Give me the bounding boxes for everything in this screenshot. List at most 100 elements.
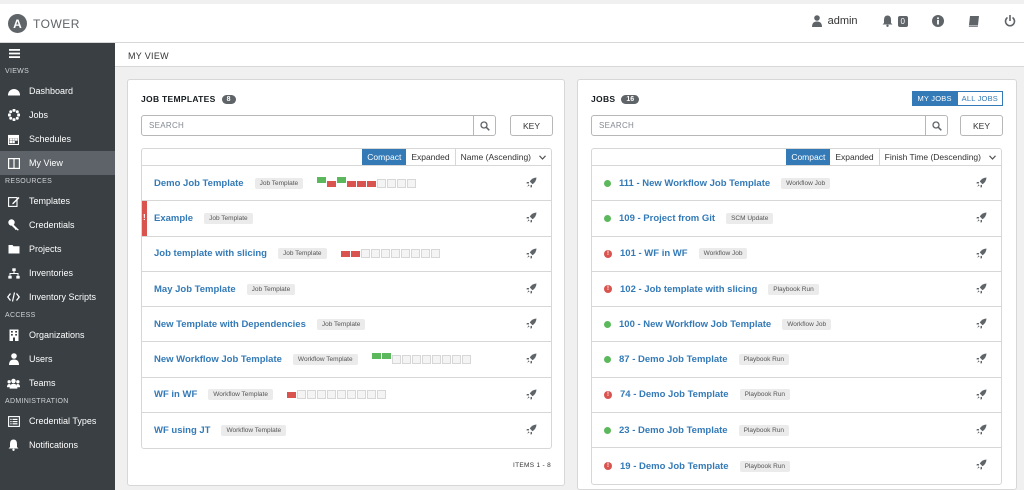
job-name-link[interactable]: 102 - Job template with slicing — [620, 284, 757, 295]
job-templates-search-input[interactable] — [142, 116, 473, 135]
launch-rocket-icon[interactable] — [526, 318, 537, 332]
sidebar-item-organizations[interactable]: Organizations — [0, 323, 115, 347]
job-templates-search-button[interactable] — [473, 116, 495, 135]
sparkline-empty-slot — [326, 390, 336, 400]
launch-rocket-icon[interactable] — [526, 424, 537, 438]
job-template-name-link[interactable]: Demo Job Template — [154, 178, 244, 189]
sidebar-toggle[interactable] — [0, 43, 115, 65]
launch-rocket-icon[interactable] — [526, 248, 537, 262]
job-templates-title: JOB TEMPLATES — [141, 94, 216, 104]
jobs-expanded-view-button[interactable]: Expanded — [830, 149, 879, 165]
sidebar-item-dashboard[interactable]: Dashboard — [0, 79, 115, 103]
relaunch-rocket-icon[interactable] — [976, 177, 987, 191]
search-icon — [931, 120, 942, 131]
logout-button[interactable] — [1004, 15, 1016, 27]
jobs-list-toolbar: Compact Expanded Finish Time (Descending… — [592, 149, 1001, 166]
sidebar-item-users[interactable]: Users — [0, 347, 115, 371]
job-template-name-link[interactable]: WF using JT — [154, 425, 210, 436]
status-success-icon — [604, 214, 611, 222]
sidebar-item-my-view[interactable]: My View — [0, 151, 115, 175]
job-template-name-link[interactable]: Job template with slicing — [154, 248, 267, 259]
launch-rocket-icon[interactable] — [526, 389, 537, 403]
status-success-icon — [604, 320, 611, 328]
sidebar-item-credential-types[interactable]: Credential Types — [0, 409, 115, 433]
user-menu[interactable]: admin — [811, 15, 858, 27]
sidebar-item-inventory-scripts[interactable]: Inventory Scripts — [0, 285, 115, 309]
sparkline-failed-bar[interactable] — [347, 180, 357, 187]
job-template-name-link[interactable]: New Template with Dependencies — [154, 319, 306, 330]
sidebar-item-projects[interactable]: Projects — [0, 237, 115, 261]
sparkline-failed-bar[interactable] — [286, 392, 296, 399]
sparkline-empty-slot — [420, 249, 430, 259]
jobs-sort-dropdown[interactable]: Finish Time (Descending) — [878, 149, 1001, 165]
sidebar-item-credentials[interactable]: Credentials — [0, 213, 115, 237]
sparkline-success-bar[interactable] — [317, 176, 327, 183]
job-templates-key-button[interactable]: KEY — [510, 115, 553, 136]
sidebar-item-schedules[interactable]: Schedules — [0, 127, 115, 151]
sort-dropdown[interactable]: Name (Ascending) — [454, 149, 551, 165]
jobs-compact-view-button[interactable]: Compact — [786, 149, 831, 165]
job-name-link[interactable]: 19 - Demo Job Template — [620, 461, 729, 472]
relaunch-rocket-icon[interactable] — [976, 283, 987, 297]
sidebar-item-teams[interactable]: Teams — [0, 371, 115, 395]
documentation-button[interactable] — [968, 15, 980, 27]
job-template-name-link[interactable]: WF in WF — [154, 389, 197, 400]
sidebar-item-notifications[interactable]: Notifications — [0, 433, 115, 457]
sparkline-failed-bar[interactable] — [327, 180, 337, 187]
ansible-logo-icon: A — [8, 14, 27, 33]
job-type-tag: Workflow Job — [781, 177, 831, 189]
sparkline-success-bar[interactable] — [371, 353, 381, 360]
notifications-button[interactable]: 0 — [882, 15, 908, 27]
about-button[interactable] — [932, 15, 944, 27]
sparkline-empty-slot — [360, 249, 370, 259]
launch-rocket-icon[interactable] — [526, 353, 537, 367]
all-jobs-button[interactable]: ALL JOBS — [956, 91, 1003, 106]
sparkline-success-bar[interactable] — [337, 176, 347, 183]
job-name-link[interactable]: 74 - Demo Job Template — [620, 389, 729, 400]
job-name-link[interactable]: 111 - New Workflow Job Template — [619, 178, 770, 189]
sidebar-item-templates[interactable]: Templates — [0, 189, 115, 213]
tower-logo[interactable]: A TOWER — [8, 14, 80, 33]
compact-view-button[interactable]: Compact — [362, 149, 407, 165]
status-success-icon — [604, 426, 611, 434]
job-name-link[interactable]: 100 - New Workflow Job Template — [619, 319, 771, 330]
jobs-search-button[interactable] — [925, 116, 947, 135]
relaunch-rocket-icon[interactable] — [976, 459, 987, 473]
relaunch-rocket-icon[interactable] — [976, 212, 987, 226]
jobs-key-button[interactable]: KEY — [960, 115, 1003, 136]
launch-rocket-icon[interactable] — [526, 177, 537, 191]
sparkline-failed-bar[interactable] — [367, 180, 377, 187]
status-failed-icon: ! — [604, 390, 612, 399]
job-name-link[interactable]: 101 - WF in WF — [620, 248, 688, 259]
sparkline-empty-slot — [401, 355, 411, 365]
job-row: 111 - New Workflow Job Template Workflow … — [592, 166, 1001, 202]
relaunch-rocket-icon[interactable] — [976, 248, 987, 262]
sparkline-success-bar[interactable] — [381, 353, 391, 360]
sparkline-empty-slot — [296, 390, 306, 400]
sparkline-failed-bar[interactable] — [357, 180, 367, 187]
sidebar-item-inventories[interactable]: Inventories — [0, 261, 115, 285]
expanded-view-button[interactable]: Expanded — [406, 149, 455, 165]
jobs-list: Compact Expanded Finish Time (Descending… — [591, 148, 1002, 485]
relaunch-rocket-icon[interactable] — [976, 318, 987, 332]
job-name-link[interactable]: 87 - Demo Job Template — [619, 354, 728, 365]
sidebar-item-jobs[interactable]: Jobs — [0, 103, 115, 127]
job-name-link[interactable]: 109 - Project from Git — [619, 213, 715, 224]
launch-rocket-icon[interactable] — [526, 212, 537, 226]
relaunch-rocket-icon[interactable] — [976, 389, 987, 403]
job-template-name-link[interactable]: Example — [154, 213, 193, 224]
relaunch-rocket-icon[interactable] — [976, 353, 987, 367]
jobs-search-input[interactable] — [592, 116, 925, 135]
sparkline-failed-bar[interactable] — [350, 251, 360, 258]
job-template-name-link[interactable]: May Job Template — [154, 284, 236, 295]
job-template-name-link[interactable]: New Workflow Job Template — [154, 354, 282, 365]
job-name-link[interactable]: 23 - Demo Job Template — [619, 425, 728, 436]
sparkline-failed-bar[interactable] — [340, 251, 350, 258]
launch-rocket-icon[interactable] — [526, 283, 537, 297]
status-failed-icon: ! — [604, 462, 612, 471]
sparkline-empty-slot — [316, 390, 326, 400]
hamburger-icon — [9, 49, 20, 58]
sparkline-empty-slot — [407, 178, 417, 188]
relaunch-rocket-icon[interactable] — [976, 424, 987, 438]
my-jobs-button[interactable]: MY JOBS — [912, 91, 957, 106]
